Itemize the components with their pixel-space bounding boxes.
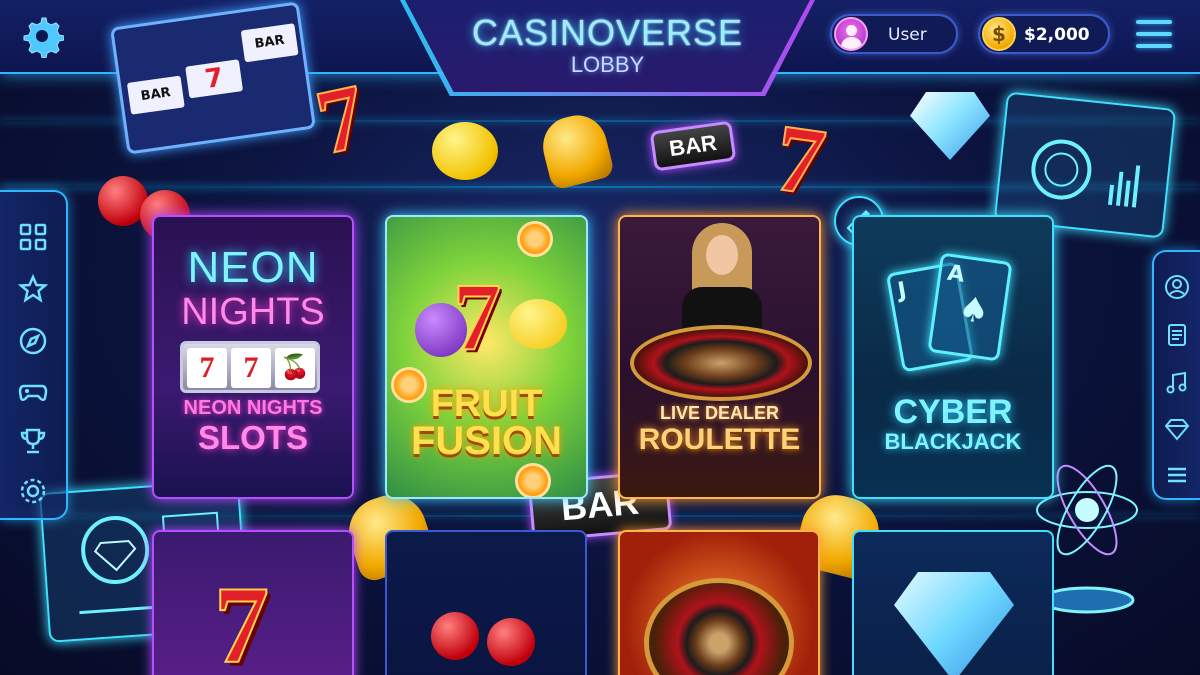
- game-card-cyber-blackjack[interactable]: J A ♠ CYBER BLACKJACK: [852, 215, 1054, 499]
- balance-display[interactable]: $ $2,000: [978, 14, 1110, 54]
- grid-icon[interactable]: [18, 222, 48, 252]
- diamond-icon[interactable]: [1164, 416, 1190, 442]
- profile-icon[interactable]: [1164, 274, 1190, 300]
- seven-icon: 7: [452, 262, 502, 371]
- game-card-diamond[interactable]: [852, 530, 1054, 675]
- star-icon[interactable]: [17, 273, 49, 304]
- card-rank: J: [895, 277, 909, 304]
- game-logo-line1: NEON: [187, 243, 319, 292]
- balance-value: $2,000: [1024, 25, 1090, 45]
- game-title-line2: BLACKJACK: [884, 429, 1022, 454]
- left-sidebar: [0, 190, 68, 520]
- card-rank: A: [945, 260, 967, 288]
- page-subtitle: LOBBY: [570, 52, 645, 77]
- reel-symbol: 7: [231, 348, 271, 388]
- game-card-roulette[interactable]: [618, 530, 820, 675]
- user-profile-button[interactable]: User: [830, 14, 958, 54]
- playing-card-ace: A ♠: [927, 252, 1013, 362]
- cherry-icon: [487, 618, 535, 666]
- right-sidebar: [1152, 250, 1200, 500]
- roulette-wheel-icon: [630, 325, 812, 401]
- slot-cell: BAR: [126, 75, 185, 115]
- game-title-line2: SLOTS: [197, 419, 308, 456]
- bell-icon: [536, 109, 616, 191]
- reel-symbol: 7: [187, 348, 227, 388]
- diamond-icon: [894, 572, 1014, 675]
- cherry-icon: [431, 612, 479, 660]
- slot-cell: BAR: [240, 23, 299, 63]
- settings-icon[interactable]: [18, 476, 48, 506]
- slot-machine-hologram: BAR 7 BAR: [110, 1, 316, 155]
- settings-gear-icon[interactable]: [20, 14, 65, 59]
- bar-chip: BAR: [649, 120, 737, 172]
- coin-icon: $: [982, 17, 1016, 51]
- game-title: NEON NIGHTS: [183, 397, 323, 419]
- lemon-icon: [432, 122, 498, 180]
- game-card-fruit-fusion[interactable]: 7 FRUIT FUSION: [385, 215, 588, 499]
- seven-icon: 7: [768, 102, 832, 217]
- roulette-wheel-icon: [644, 578, 794, 675]
- list-icon[interactable]: [1164, 462, 1190, 488]
- document-icon[interactable]: [1164, 322, 1190, 348]
- slot-cell: 7: [185, 59, 244, 99]
- music-icon[interactable]: [1164, 370, 1190, 396]
- reel-symbol: 🍒: [275, 348, 315, 388]
- user-label: User: [888, 25, 927, 45]
- slot-reels: 7 7 🍒: [180, 341, 320, 393]
- gamepad-icon[interactable]: [18, 376, 48, 406]
- diamond-icon: [910, 92, 990, 160]
- game-title: CYBER: [893, 393, 1013, 431]
- orange-icon: [517, 221, 553, 257]
- orange-icon: [515, 463, 551, 497]
- spade-icon: ♠: [955, 288, 992, 333]
- seven-icon: 7: [307, 63, 375, 174]
- game-title-line2: FUSION: [410, 419, 563, 463]
- game-logo-line2: NIGHTS: [181, 291, 325, 333]
- game-card-cherry[interactable]: [385, 530, 587, 675]
- app-title: CASINOVERSE: [471, 12, 744, 53]
- trophy-icon[interactable]: [18, 426, 48, 456]
- hamburger-menu-icon[interactable]: [1134, 18, 1174, 50]
- lemon-icon: [509, 299, 567, 349]
- game-card-live-dealer-roulette[interactable]: LIVE DEALER ROULETTE: [618, 215, 821, 499]
- game-card-neon-nights[interactable]: NEON NIGHTS 7 7 🍒 NEON NIGHTS SLOTS: [152, 215, 354, 499]
- game-title-line2: ROULETTE: [638, 423, 801, 456]
- avatar-icon: [834, 17, 868, 51]
- seven-icon: 7: [213, 563, 270, 675]
- compass-icon[interactable]: [18, 326, 48, 356]
- game-card-sevens-slots[interactable]: 7: [152, 530, 354, 675]
- dealer-face: [706, 235, 738, 275]
- game-title: LIVE DEALER: [659, 403, 779, 423]
